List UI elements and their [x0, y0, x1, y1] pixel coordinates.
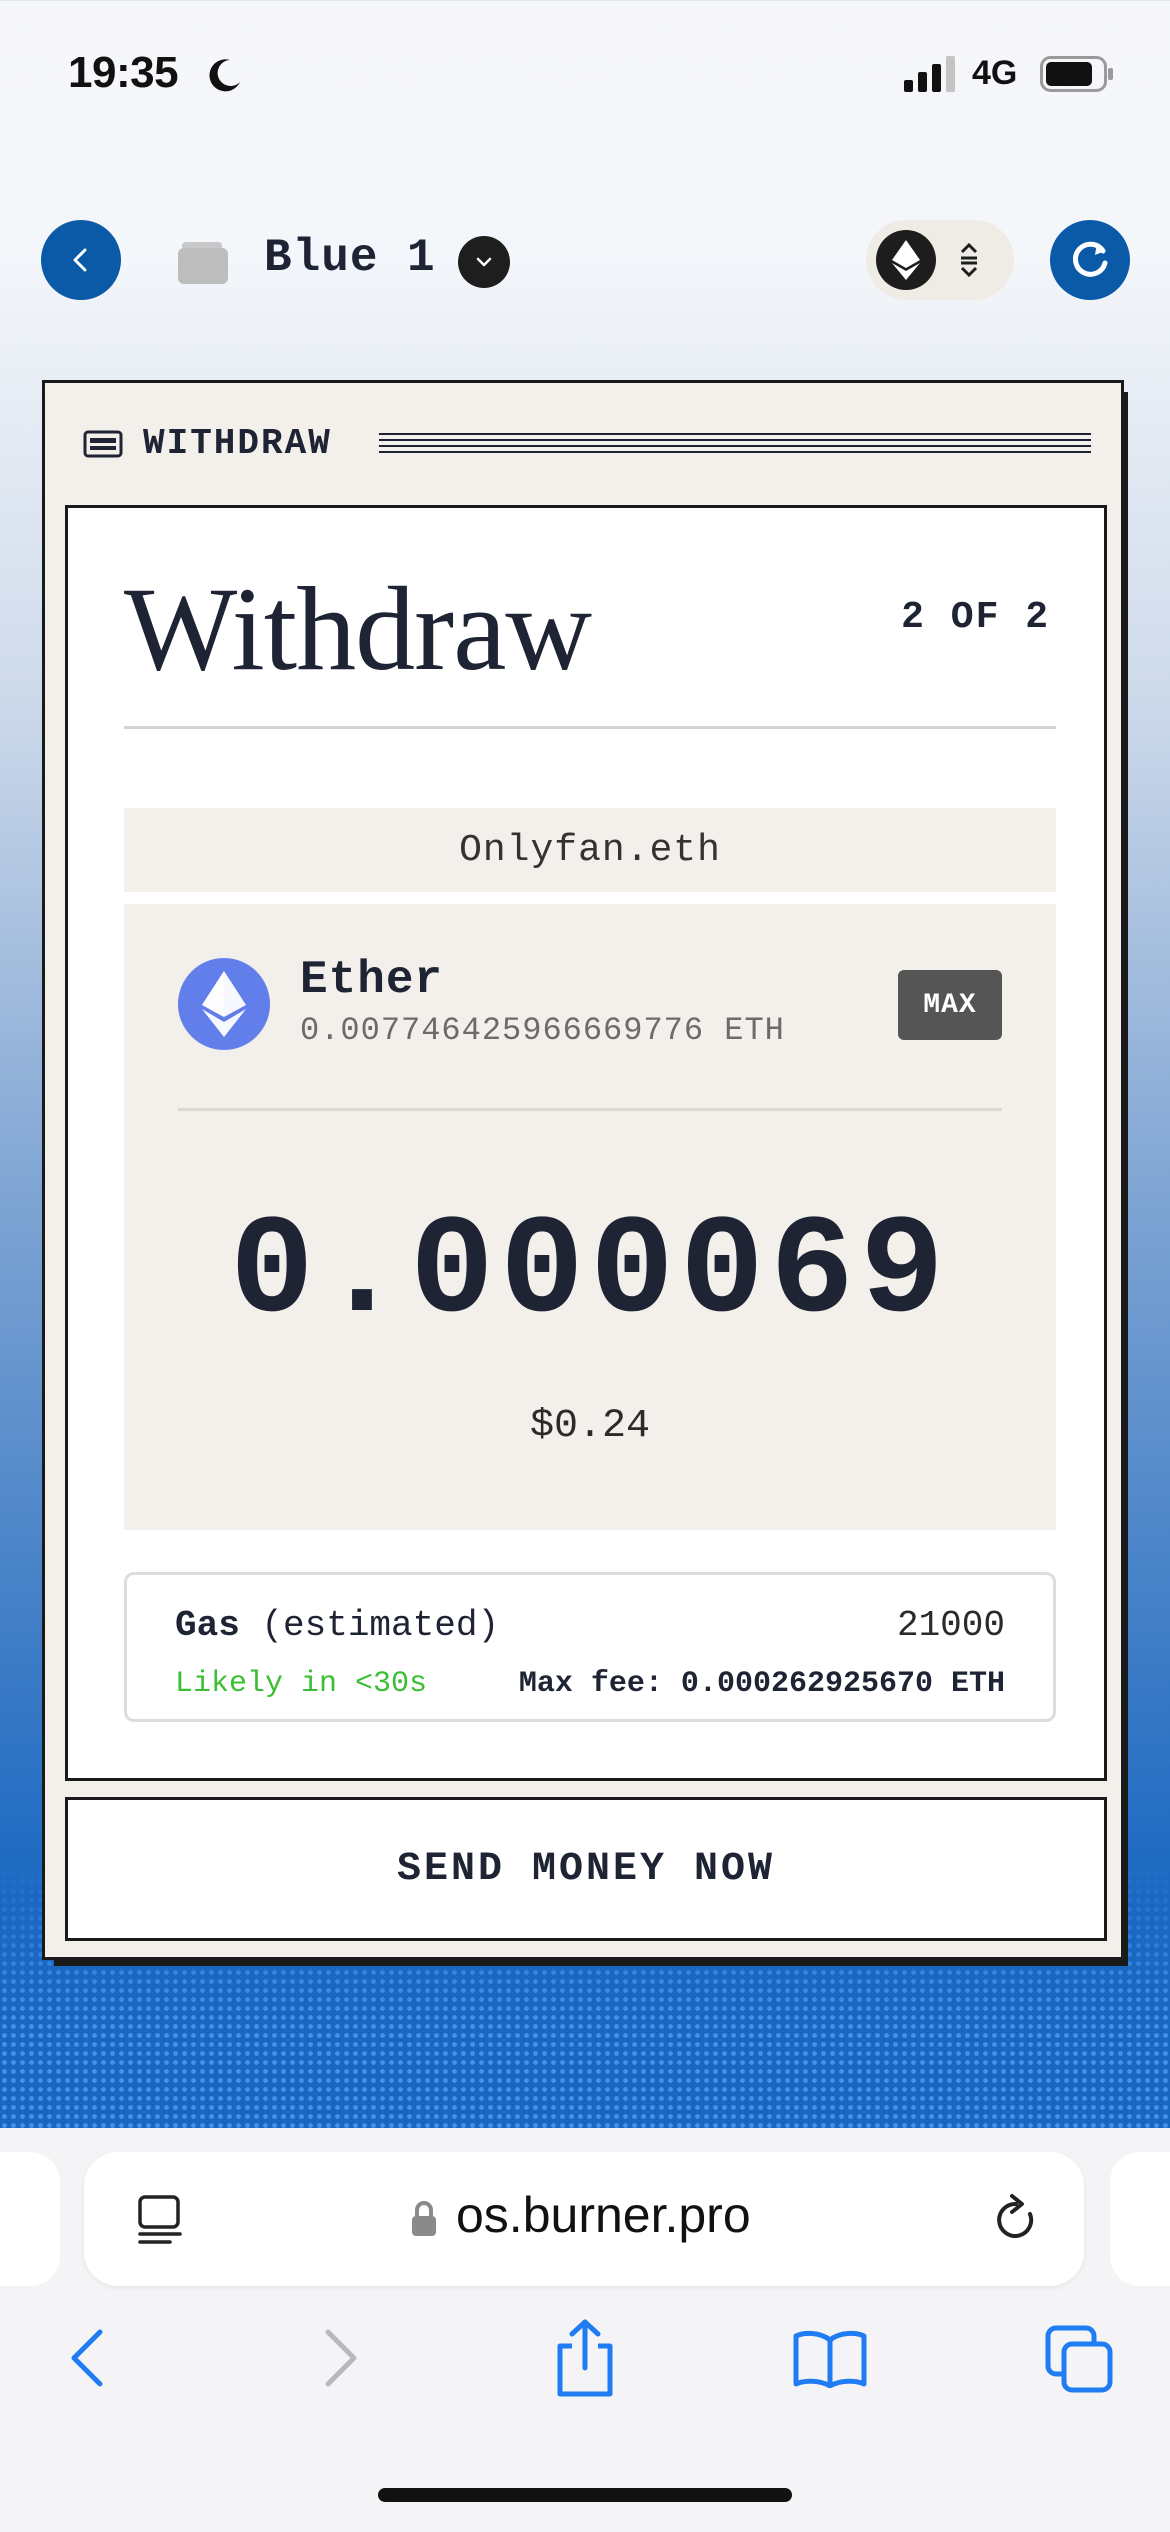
ethereum-network-icon	[876, 230, 936, 290]
asset-divider	[178, 1108, 1002, 1111]
send-money-button[interactable]: SEND MONEY NOW	[65, 1797, 1107, 1941]
chevron-left-icon	[73, 248, 87, 272]
titlebar-stripes	[379, 433, 1091, 455]
max-button[interactable]: MAX	[898, 970, 1002, 1040]
window-app-icon	[83, 430, 123, 457]
page-title: Withdraw	[124, 562, 592, 695]
next-tab-preview[interactable]	[1110, 2152, 1170, 2286]
step-indicator: 2 OF 2	[901, 596, 1050, 639]
asset-name: Ether	[300, 954, 444, 1006]
home-indicator	[378, 2488, 792, 2502]
gas-label-bold: Gas	[175, 1605, 240, 1646]
network-type-label: 4G	[972, 54, 1018, 92]
wallet-icon	[178, 242, 228, 284]
back-button[interactable]	[41, 220, 121, 300]
battery-icon	[1040, 56, 1113, 92]
gas-max-fee: Max fee: 0.000262925670 ETH	[518, 1667, 1005, 1701]
switch-arrows-icon	[960, 242, 978, 278]
gas-limit: 21000	[896, 1605, 1005, 1646]
window-title: WITHDRAW	[143, 423, 332, 464]
gas-label-rest: (estimated)	[239, 1605, 500, 1646]
window-titlebar: WITHDRAW	[83, 423, 332, 464]
share-icon[interactable]	[550, 2318, 620, 2398]
title-divider	[124, 726, 1056, 729]
refresh-icon	[1072, 241, 1108, 277]
refresh-button[interactable]	[1050, 220, 1130, 300]
network-selector[interactable]	[866, 220, 1014, 300]
page-menu-icon[interactable]	[136, 2194, 184, 2246]
browser-forward-icon[interactable]	[318, 2326, 362, 2390]
recipient-address[interactable]: Onlyfan.eth	[124, 808, 1056, 892]
browser-back-icon[interactable]	[66, 2326, 110, 2390]
withdraw-window: WITHDRAW Withdraw 2 OF 2 Onlyfan.eth Eth…	[42, 380, 1124, 1960]
reload-icon[interactable]	[990, 2192, 1042, 2246]
gas-estimate-box[interactable]: Gas (estimated) 21000 Likely in <30s Max…	[124, 1572, 1056, 1722]
gas-label: Gas (estimated)	[175, 1605, 499, 1646]
bookmarks-icon[interactable]	[792, 2328, 868, 2388]
wallet-name[interactable]: Blue 1	[264, 232, 436, 284]
tabs-icon[interactable]	[1044, 2324, 1116, 2394]
withdraw-form: Withdraw 2 OF 2 Onlyfan.eth Ether 0.0077…	[65, 505, 1107, 1781]
gas-speed-estimate: Likely in <30s	[175, 1667, 428, 1701]
chevron-down-icon	[476, 257, 492, 267]
ethereum-icon	[178, 958, 270, 1050]
cellular-signal-icon	[904, 56, 955, 92]
amount-input[interactable]: 0.000069	[124, 1194, 1056, 1353]
lock-icon	[412, 2201, 436, 2236]
previous-tab-preview[interactable]	[0, 2152, 60, 2286]
asset-panel: Ether 0.007746425966669776 ETH MAX 0.000…	[124, 904, 1056, 1530]
address-bar[interactable]: os.burner.pro	[84, 2152, 1084, 2286]
status-time: 19:35	[68, 48, 179, 97]
moon-icon	[209, 59, 240, 92]
wallet-switcher-button[interactable]	[458, 236, 510, 288]
address-text: os.burner.pro	[456, 2187, 751, 2243]
amount-usd-value: $0.24	[529, 1404, 651, 1449]
asset-balance: 0.007746425966669776 ETH	[300, 1012, 785, 1049]
